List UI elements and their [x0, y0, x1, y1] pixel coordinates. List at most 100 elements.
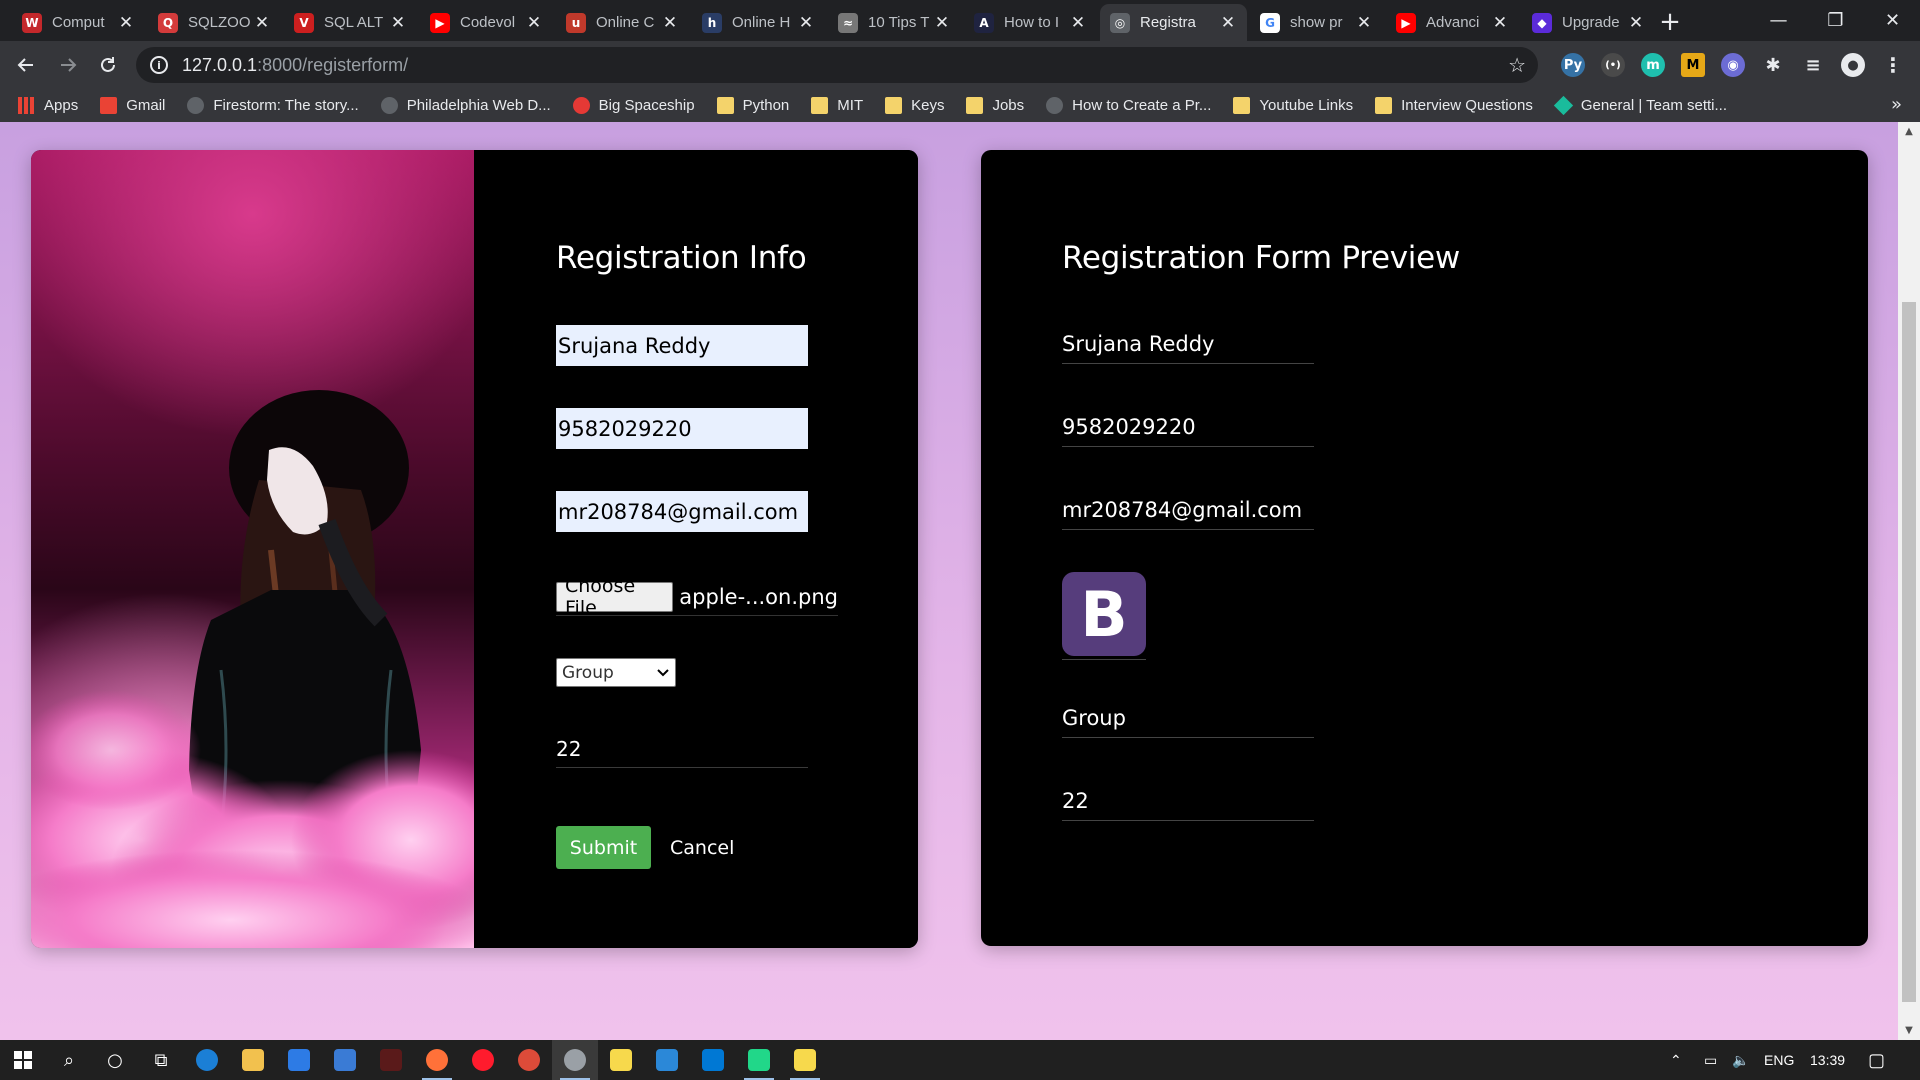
opera-icon[interactable]	[460, 1040, 506, 1080]
browser-tab[interactable]: W Comput ✕	[12, 4, 145, 41]
edge-icon[interactable]	[184, 1040, 230, 1080]
browser-tab[interactable]: h Online H ✕	[692, 4, 825, 41]
search-icon[interactable]: ⌕	[46, 1040, 92, 1080]
woman-in-smoke-illustration	[31, 390, 474, 948]
browser-tab[interactable]: Gshow pr ✕	[1250, 4, 1383, 41]
close-window-button[interactable]: ✕	[1864, 0, 1920, 41]
browser-tab[interactable]: ≈10 Tips T ✕	[828, 4, 961, 41]
browser-tab[interactable]: ◆ Upgrade ✕	[1522, 4, 1655, 41]
submit-button[interactable]: Submit	[556, 826, 651, 869]
notifications-icon[interactable]: ▢	[1868, 1040, 1885, 1080]
more-bookmarks-icon[interactable]: »	[1891, 94, 1902, 115]
extension-icon[interactable]: (•)	[1601, 53, 1625, 77]
bookmark-item[interactable]: Firestorm: The story...	[187, 96, 359, 114]
clock[interactable]: 13:39	[1810, 1040, 1845, 1080]
firefox-icon[interactable]	[414, 1040, 460, 1080]
tab-title: Registra	[1140, 14, 1196, 31]
metamask-extension-icon[interactable]: M	[1681, 53, 1705, 77]
url-text[interactable]: 127.0.0.1:8000/registerform/	[182, 55, 408, 76]
bookmark-item[interactable]: Interview Questions	[1375, 96, 1533, 114]
minimize-button[interactable]: —	[1750, 0, 1807, 41]
tab-close-icon[interactable]: ✕	[525, 13, 543, 33]
site-info-icon[interactable]: i	[150, 56, 168, 74]
choose-file-button[interactable]: Choose File	[556, 575, 674, 619]
tab-close-icon[interactable]: ✕	[117, 13, 135, 33]
sticky-notes-icon[interactable]	[598, 1040, 644, 1080]
bookmark-item[interactable]: Big Spaceship	[572, 96, 695, 114]
browser-tab[interactable]: A How to I ✕	[964, 4, 1097, 41]
pycharm-icon[interactable]	[736, 1040, 782, 1080]
scrollbar-thumb[interactable]	[1902, 302, 1916, 1002]
address-bar[interactable]: i 127.0.0.1:8000/registerform/ ☆	[136, 47, 1538, 83]
cancel-button[interactable]: Cancel	[670, 826, 734, 869]
bookmark-item[interactable]: Youtube Links	[1233, 96, 1353, 114]
bookmark-item[interactable]: Apps	[18, 96, 78, 114]
phone-input[interactable]: 9582029220	[556, 408, 808, 449]
task-view-icon[interactable]: ⧉	[138, 1040, 184, 1080]
name-input[interactable]: Srujana Reddy	[556, 325, 808, 366]
selected-file-name: apple-...on.png	[679, 584, 838, 609]
maximize-button[interactable]: ❐	[1807, 0, 1864, 41]
browser-menu-icon[interactable]: ⋮	[1881, 53, 1905, 77]
reload-button[interactable]	[92, 49, 124, 81]
forward-button[interactable]	[52, 49, 84, 81]
bookmark-item[interactable]: Gmail	[100, 96, 165, 114]
vscode-icon[interactable]	[690, 1040, 736, 1080]
tab-close-icon[interactable]: ✕	[1491, 13, 1509, 33]
folder-icon	[1375, 96, 1393, 114]
bookmark-item[interactable]: Python	[716, 96, 789, 114]
bookmark-item[interactable]: Jobs	[966, 96, 1024, 114]
bookmark-item[interactable]: Philadelphia Web D...	[380, 96, 551, 114]
extensions-puzzle-icon[interactable]: ✱	[1761, 53, 1785, 77]
email-input[interactable]: mr208784@gmail.com	[556, 491, 808, 532]
tab-close-icon[interactable]: ✕	[1219, 13, 1237, 33]
battery-icon[interactable]: ▭	[1704, 1040, 1717, 1080]
tab-close-icon[interactable]: ✕	[1069, 13, 1087, 33]
scroll-down-arrow-icon[interactable]: ▼	[1898, 1025, 1920, 1036]
bookmark-star-icon[interactable]: ☆	[1508, 53, 1526, 77]
language-indicator[interactable]: ENG	[1764, 1040, 1794, 1080]
tab-close-icon[interactable]: ✕	[1627, 13, 1645, 33]
browser-tab[interactable]: Q SQLZOO ✕	[148, 4, 281, 41]
browser-tab[interactable]: ▶ Advanci ✕	[1386, 4, 1519, 41]
bookmark-item[interactable]: How to Create a Pr...	[1046, 96, 1211, 114]
reading-list-icon[interactable]: ≡	[1801, 53, 1825, 77]
tab-close-icon[interactable]: ✕	[661, 13, 679, 33]
start-button[interactable]	[0, 1040, 46, 1080]
game-app-icon[interactable]	[368, 1040, 414, 1080]
profile-avatar-icon[interactable]: ●	[1841, 53, 1865, 77]
volume-icon[interactable]: 🔈	[1732, 1040, 1749, 1080]
store-icon[interactable]	[276, 1040, 322, 1080]
browser-tab[interactable]: V SQL ALT ✕	[284, 4, 417, 41]
chrome-active-icon[interactable]	[552, 1040, 598, 1080]
preview-heading: Registration Form Preview	[1062, 240, 1460, 276]
python-idle-icon[interactable]	[782, 1040, 828, 1080]
browser-tab[interactable]: ◎ Registra ✕	[1100, 4, 1247, 41]
group-select[interactable]: Group	[556, 658, 676, 687]
chrome-icon[interactable]	[506, 1040, 552, 1080]
tray-overflow-icon[interactable]: ⌃	[1670, 1040, 1682, 1080]
scroll-up-arrow-icon[interactable]: ▲	[1898, 126, 1920, 137]
cortana-icon[interactable]: ○	[92, 1040, 138, 1080]
privacy-extension-icon[interactable]: ◉	[1721, 53, 1745, 77]
python-extension-icon[interactable]: Py	[1561, 53, 1585, 77]
browser-tab[interactable]: u Online C ✕	[556, 4, 689, 41]
page-scrollbar[interactable]: ▲ ▼	[1898, 122, 1920, 1040]
browser-tab[interactable]: ▶ Codevol ✕	[420, 4, 553, 41]
tab-close-icon[interactable]: ✕	[253, 13, 271, 33]
back-button[interactable]	[10, 49, 42, 81]
bookmark-item[interactable]: MIT	[811, 96, 863, 114]
mail-icon[interactable]	[322, 1040, 368, 1080]
tab-close-icon[interactable]: ✕	[797, 13, 815, 33]
new-tab-button[interactable]: +	[1656, 8, 1684, 36]
tab-close-icon[interactable]: ✕	[389, 13, 407, 33]
document-app-icon[interactable]	[644, 1040, 690, 1080]
tab-close-icon[interactable]: ✕	[1355, 13, 1373, 33]
chevron-down-icon	[657, 668, 669, 676]
tab-close-icon[interactable]: ✕	[933, 13, 951, 33]
file-explorer-icon[interactable]	[230, 1040, 276, 1080]
m-extension-icon[interactable]: m	[1641, 53, 1665, 77]
age-input[interactable]: 22	[556, 730, 808, 768]
bookmark-item[interactable]: Keys	[885, 96, 944, 114]
bookmark-item[interactable]: General | Team setti...	[1553, 95, 1727, 115]
